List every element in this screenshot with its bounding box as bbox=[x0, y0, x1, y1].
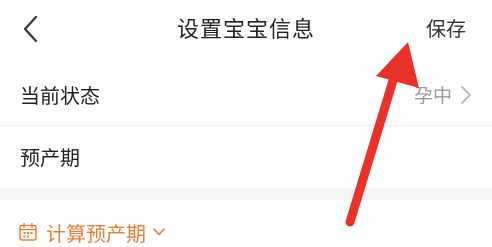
calculate-due-date-label: 计算预产期 bbox=[46, 221, 146, 246]
chevron-down-icon bbox=[153, 228, 165, 236]
save-button[interactable]: 保存 bbox=[426, 13, 466, 42]
page-title: 设置宝宝信息 bbox=[176, 18, 315, 43]
due-date-label: 预产期 bbox=[20, 146, 80, 170]
current-status-label: 当前状态 bbox=[20, 84, 100, 108]
section-gap bbox=[0, 188, 492, 200]
calculate-due-date-button[interactable]: 计算预产期 bbox=[18, 218, 166, 246]
calendar-icon bbox=[19, 222, 37, 241]
chevron-right-icon bbox=[461, 86, 471, 104]
current-status-row[interactable]: 当前状态 孕中 bbox=[0, 64, 492, 124]
nav-header: 设置宝宝信息 保存 bbox=[0, 0, 492, 60]
due-date-row[interactable]: 预产期 bbox=[0, 126, 492, 186]
current-status-value: 孕中 bbox=[413, 85, 452, 107]
